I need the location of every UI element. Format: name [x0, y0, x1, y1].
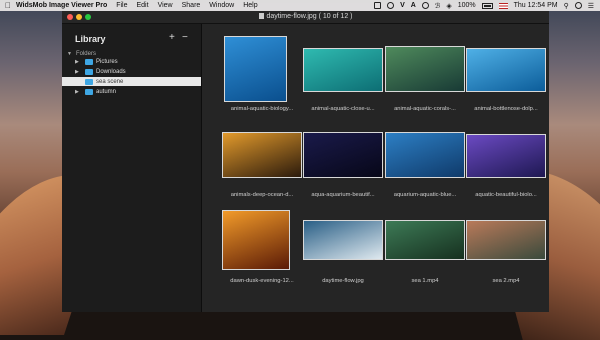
- notification-center-icon[interactable]: ☰: [588, 2, 594, 10]
- battery-icon[interactable]: [481, 2, 493, 9]
- record-icon[interactable]: [387, 2, 395, 9]
- sidebar-item-pictures[interactable]: ▶ Pictures: [62, 57, 201, 66]
- thumbnail-image[interactable]: [466, 134, 546, 178]
- sidebar-item-downloads[interactable]: ▶ Downloads: [62, 67, 201, 76]
- bluetooth-icon[interactable]: ℬ: [435, 2, 441, 10]
- menu-file[interactable]: File: [116, 2, 127, 9]
- app-window: daytime-flow.jpg ( 10 of 12 ) Library + …: [62, 11, 549, 312]
- thumbnail-image[interactable]: [385, 132, 465, 178]
- thumbnail-image[interactable]: [385, 220, 465, 260]
- thumbnail-caption: sea 2.mp4: [492, 278, 520, 284]
- sidebar-item-label: Pictures: [96, 58, 118, 65]
- folder-icon: [85, 58, 93, 65]
- thumbnail-image[interactable]: [466, 220, 546, 260]
- thumbnail-grid: animal-aquatic-biology... animal-aquatic…: [202, 24, 549, 312]
- menu-app-name[interactable]: WidsMob Image Viewer Pro: [16, 2, 107, 9]
- menu-share[interactable]: Share: [182, 2, 201, 9]
- thumbnail-image[interactable]: [385, 46, 465, 92]
- folder-icon: [85, 78, 93, 85]
- lock-icon[interactable]: [374, 2, 382, 9]
- clock[interactable]: Thu 12:54 PM: [514, 2, 558, 9]
- sidebar-item-label: autumn: [96, 88, 117, 95]
- thumbnail-caption: aquatic-beautiful-biolo...: [475, 192, 537, 198]
- window-title: daytime-flow.jpg ( 10 of 12 ): [62, 11, 549, 23]
- add-folder-button[interactable]: +: [169, 32, 175, 43]
- menu-edit[interactable]: Edit: [137, 2, 149, 9]
- wifi-icon[interactable]: ◈: [446, 2, 451, 10]
- document-icon: [258, 13, 264, 19]
- folder-icon: [85, 88, 93, 95]
- sidebar-item-label: Downloads: [96, 68, 126, 75]
- battery-percent[interactable]: 100%: [458, 2, 476, 9]
- thumbnail-image[interactable]: [222, 210, 290, 270]
- library-title: Library: [75, 34, 106, 44]
- disclosure-right-icon[interactable]: ▶: [62, 69, 85, 75]
- status-area: V A ℬ ◈ 100% Thu 12:54 PM ⚲ ☰: [374, 0, 594, 11]
- library-sidebar: Library + − ▼ Folders ▶ Pictures ▶ Download…: [62, 24, 202, 312]
- input-source-flag-icon[interactable]: [498, 2, 508, 9]
- pdf-tool-icon[interactable]: A: [411, 2, 416, 9]
- menu-bar:  WidsMob Image Viewer Pro File Edit Vie…: [0, 0, 600, 11]
- thumbnail-caption: animal-bottlenose-dolp...: [474, 106, 538, 112]
- thumbnail-image[interactable]: [224, 36, 287, 102]
- title-bar[interactable]: daytime-flow.jpg ( 10 of 12 ): [62, 11, 549, 24]
- search-icon[interactable]: ⚲: [564, 2, 569, 10]
- thumbnail-image[interactable]: [303, 48, 383, 92]
- menu-help[interactable]: Help: [243, 2, 257, 9]
- sidebar-item-label: sea scene: [96, 78, 124, 85]
- menu-view[interactable]: View: [158, 2, 173, 9]
- vectorize-icon[interactable]: V: [400, 2, 405, 9]
- window-title-text: daytime-flow.jpg ( 10 of 12 ): [266, 13, 353, 20]
- siri-icon[interactable]: [574, 2, 582, 9]
- folder-icon: [85, 68, 93, 75]
- disclosure-right-icon[interactable]: ▶: [62, 89, 85, 95]
- disclosure-right-icon[interactable]: ▶: [62, 59, 85, 65]
- thumbnail-image[interactable]: [303, 220, 383, 260]
- menu-window[interactable]: Window: [209, 2, 234, 9]
- sidebar-item-autumn[interactable]: ▶ autumn: [62, 87, 201, 96]
- thumbnail-image[interactable]: [303, 132, 383, 178]
- thumbnail-image[interactable]: [466, 48, 546, 92]
- thumbnail-image[interactable]: [222, 132, 302, 178]
- remove-folder-button[interactable]: −: [182, 32, 188, 43]
- sidebar-item-sea-scene[interactable]: sea scene: [62, 77, 201, 86]
- time-machine-icon[interactable]: [421, 2, 429, 9]
- apple-icon[interactable]: : [0, 1, 16, 10]
